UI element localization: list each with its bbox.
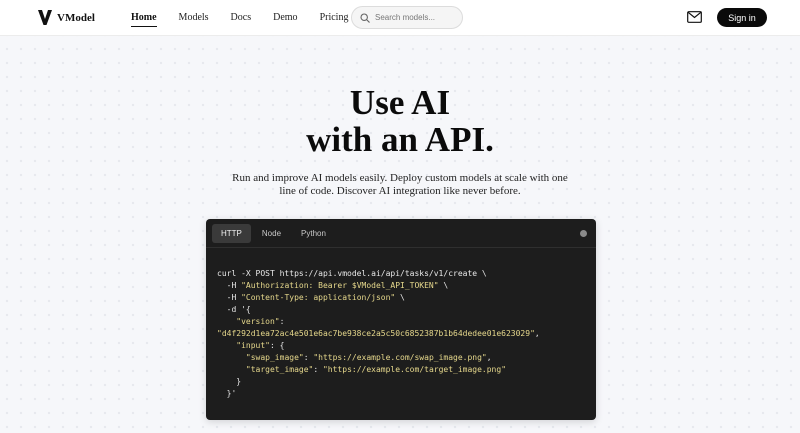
code-token: "version": [236, 317, 280, 326]
code-token: "input": [236, 341, 270, 350]
code-token: : {: [269, 341, 285, 350]
code-line: "target_image": "https://example.com/tar…: [217, 364, 596, 376]
code-line: -d '{: [217, 304, 596, 316]
v-logo-icon: [38, 10, 52, 25]
nav-link-docs[interactable]: Docs: [231, 12, 252, 27]
hero-subtitle: Run and improve AI models easily. Deploy…: [232, 172, 568, 197]
nav-link-models[interactable]: Models: [179, 12, 209, 27]
code-token: "Content-Type: application/json": [241, 293, 396, 302]
nav-link-pricing[interactable]: Pricing: [320, 12, 349, 27]
hero-title-line-2: with an API.: [306, 120, 494, 159]
nav-links: Home Models Docs Demo Pricing: [131, 12, 370, 27]
code-line: curl -X POST https://api.vmodel.ai/api/t…: [217, 268, 596, 280]
code-token: :: [279, 317, 285, 326]
code-token: ,: [534, 329, 540, 338]
code-token: :: [303, 353, 314, 362]
code-token: :: [313, 365, 323, 374]
top-navbar: VModel Home Models Docs Demo Pricing Sig…: [0, 0, 800, 36]
tab-http[interactable]: HTTP: [212, 223, 251, 243]
code-token: "target_image": [245, 365, 314, 374]
code-token: ,: [486, 353, 492, 362]
code-line: "swap_image": "https://example.com/swap_…: [217, 352, 596, 364]
nav-link-demo[interactable]: Demo: [273, 12, 297, 27]
code-token: -d '{: [217, 305, 251, 314]
tab-python[interactable]: Python: [292, 224, 335, 243]
search-box[interactable]: [351, 6, 463, 29]
code-token: "Authorization: Bearer $VModel_API_TOKEN…: [241, 281, 439, 290]
code-token: "d4f292d1ea72ac4e501e6ac7be938ce2a5c50c6…: [217, 329, 535, 338]
code-token: "swap_image": [245, 353, 304, 362]
sign-in-button[interactable]: Sign in: [717, 8, 767, 27]
code-line: }: [217, 376, 596, 388]
code-line: -H "Authorization: Bearer $VModel_API_TO…: [217, 280, 596, 292]
mail-icon[interactable]: [687, 11, 702, 23]
code-token: -H: [217, 281, 242, 290]
brand-logo[interactable]: VModel: [38, 10, 95, 25]
code-token: "https://example.com/swap_image.png": [313, 353, 487, 362]
nav-link-home[interactable]: Home: [131, 12, 157, 27]
search-icon: [360, 12, 370, 23]
code-line: "d4f292d1ea72ac4e501e6ac7be938ce2a5c50c6…: [217, 328, 596, 340]
code-panel: HTTP Node Python curl -X POST https://ap…: [206, 219, 596, 420]
status-dot-icon: [580, 230, 587, 237]
code-token: "https://example.com/target_image.png": [322, 365, 507, 374]
code-token: }': [217, 389, 237, 398]
code-line: "input": {: [217, 340, 596, 352]
hero-title: Use AI with an API.: [0, 84, 800, 158]
code-token: }: [217, 377, 242, 386]
code-line: }': [217, 388, 596, 400]
code-token: curl -X POST https://api.vmodel.ai/api/t…: [217, 269, 487, 278]
hero-title-line-1: Use AI: [349, 83, 451, 122]
brand-name: VModel: [57, 11, 95, 24]
code-token: -H: [217, 293, 242, 302]
code-token: \: [438, 281, 449, 290]
code-line: -H "Content-Type: application/json" \: [217, 292, 596, 304]
code-line: "version":: [217, 316, 596, 328]
tab-node[interactable]: Node: [253, 224, 290, 243]
search-input[interactable]: [375, 13, 463, 22]
code-token: \: [395, 293, 405, 302]
code-block: curl -X POST https://api.vmodel.ai/api/t…: [206, 248, 596, 400]
code-tabs: HTTP Node Python: [206, 219, 596, 248]
